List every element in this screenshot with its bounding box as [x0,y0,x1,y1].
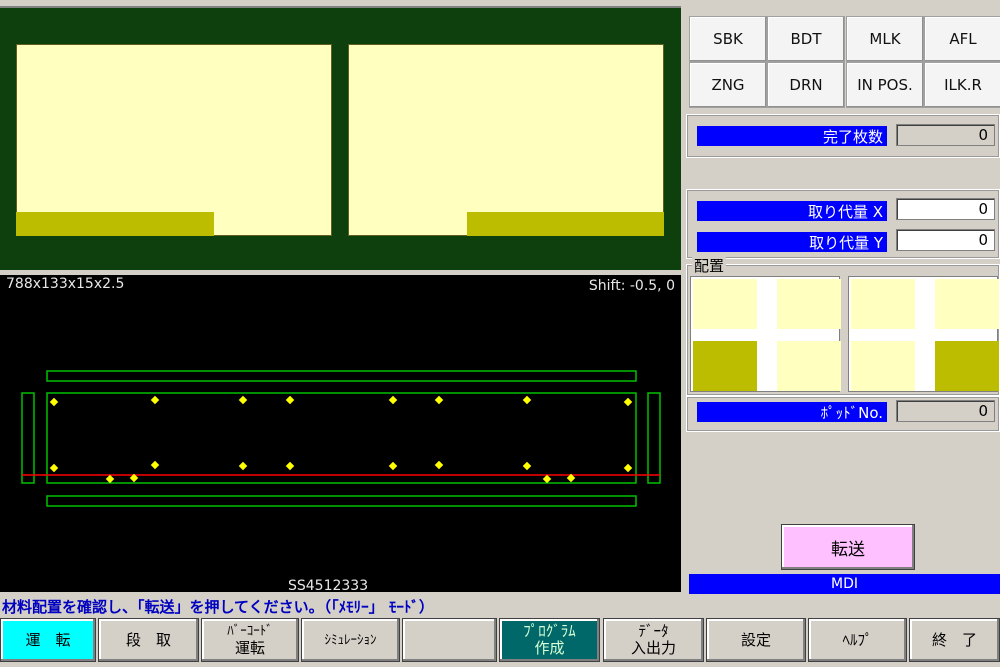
layout-cell-selected [693,341,757,391]
layout-cell [777,279,841,329]
afl-button[interactable]: AFL [924,16,1000,62]
plate-right [348,44,664,236]
hole-marker [238,461,248,471]
part-drawing-canvas: 788x133x15x2.5 Shift: -0.5, 0 SS4512333 [0,275,681,592]
outline-left-flange [21,392,35,484]
data-io-key[interactable]: ﾃﾞｰﾀ 入出力 [603,618,704,662]
plate-left-clamp-strip [16,212,214,236]
program-create-key[interactable]: ﾌﾟﾛｸﾞﾗﾑ 作成 [499,618,600,662]
bdt-button[interactable]: BDT [767,16,845,62]
function-key-label: ﾍﾙﾌﾟ [842,630,873,649]
pot-no-value: 0 [896,400,995,422]
function-key-label: 終 了 [931,630,977,649]
mlk-button[interactable]: MLK [846,16,924,62]
drn-button[interactable]: DRN [767,62,845,108]
hole-markers [49,395,633,484]
hole-marker [150,460,160,470]
allowance-x-label: 取り代量 X [697,201,887,221]
hole-marker [434,460,444,470]
outline-top-bar [46,370,637,382]
hole-marker [434,395,444,405]
function-key-label: 運 転 [25,630,71,649]
mode-indicator: MDI [689,574,1000,594]
hole-marker [388,395,398,405]
ilk-r-button[interactable]: ILK.R [924,62,1000,108]
completed-count-label: 完了枚数 [697,126,887,146]
layout-cell [935,279,999,329]
layout-cell [851,279,915,329]
layout-cell [693,279,757,329]
function-key-sublabel: 運転 [234,639,265,657]
function-key-label: ﾊﾞｰｺｰﾄﾞ [227,624,273,639]
hole-marker [623,397,633,407]
layout-cell [851,341,915,391]
function-key-label: 設定 [740,630,771,649]
hole-marker [285,395,295,405]
layout-option-right[interactable] [848,276,999,392]
hole-marker [49,397,59,407]
allowance-y-input[interactable]: 0 [896,229,995,251]
plate-right-clamp-strip [467,212,664,236]
outline-right-flange [647,392,661,484]
function-key-sublabel: 入出力 [630,639,676,657]
instruction-message: 材料配置を確認し、「転送」を押してください。（「ﾒﾓﾘｰ」 ﾓｰﾄﾞ） [2,598,434,616]
function-key-label: 段 取 [125,630,171,649]
barcode-run-key[interactable]: ﾊﾞｰｺｰﾄﾞ 運転 [201,618,299,662]
sheet-preview-panel [0,6,681,270]
plate-left [16,44,332,236]
sbk-button[interactable]: SBK [689,16,767,62]
hole-marker [623,463,633,473]
hole-marker [522,461,532,471]
hole-marker [388,461,398,471]
part-outline-svg [21,370,661,507]
layout-cell-selected [935,341,999,391]
function-key-bar: 運 転段 取ﾊﾞｰｺｰﾄﾞ 運転 ｼﾐｭﾚｰｼｮﾝ ﾌﾟﾛｸﾞﾗﾑ 作成 ﾃﾞｰﾀ 入出力設… [0,618,1000,667]
allowance-x-input[interactable]: 0 [896,198,995,220]
hole-marker [542,474,552,484]
hole-marker [285,461,295,471]
hole-marker [522,395,532,405]
allowance-y-label: 取り代量 Y [697,232,887,252]
layout-group-title: 配置 [692,255,727,276]
hole-marker [150,395,160,405]
run-key[interactable]: 運 転 [0,618,96,662]
hole-marker [105,474,115,484]
outline-main-body [46,392,637,484]
function-key-label: ﾌﾟﾛｸﾞﾗﾑ [523,622,576,640]
function-key-label: ｼﾐｭﾚｰｼｮﾝ [324,632,377,648]
in-pos-button[interactable]: IN POS. [846,62,924,108]
exit-key[interactable]: 終 了 [909,618,1000,662]
pot-no-label: ﾎﾟｯﾄﾞNo. [697,402,887,422]
blank-key[interactable] [402,618,497,662]
layout-cell [777,341,841,391]
setup-key[interactable]: 段 取 [98,618,199,662]
function-key-sublabel: 作成 [534,639,565,657]
simulation-key[interactable]: ｼﾐｭﾚｰｼｮﾝ [301,618,400,662]
help-key[interactable]: ﾍﾙﾌﾟ [808,618,907,662]
hole-marker [49,463,59,473]
zng-button[interactable]: ZNG [689,62,767,108]
transfer-button[interactable]: 転送 [781,524,915,570]
completed-count-value: 0 [896,124,995,146]
hole-marker [238,395,248,405]
status-side-panel: SBK BDT MLK AFL ZNG DRN IN POS. ILK.R 完了枚数 0 取り… [684,6,1000,594]
settings-key[interactable]: 設定 [706,618,806,662]
function-key-label: ﾃﾞｰﾀ [638,622,669,640]
outline-bottom-bar [46,495,637,507]
layout-option-left[interactable] [690,276,841,392]
